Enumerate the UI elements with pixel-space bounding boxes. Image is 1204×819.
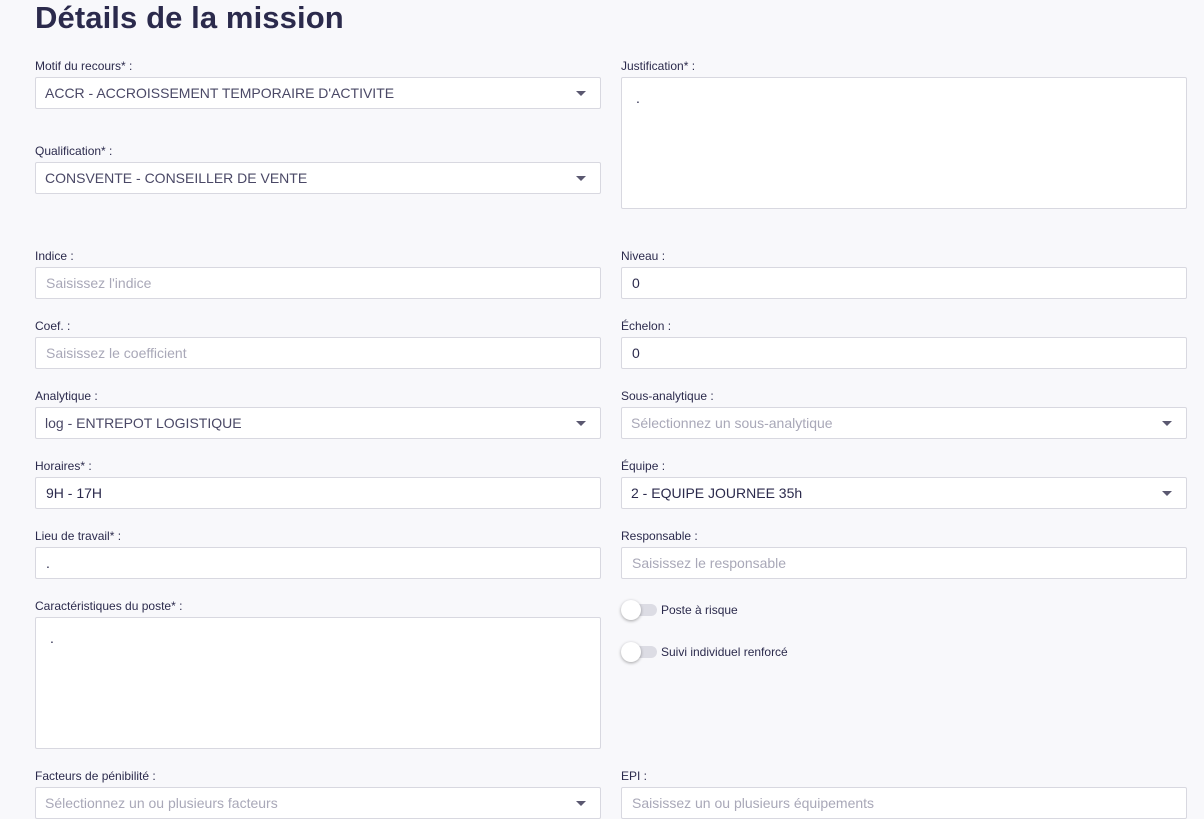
- responsable-placeholder: Saisissez le responsable: [632, 555, 787, 571]
- caracteristiques-textarea[interactable]: .: [35, 617, 601, 749]
- lieu-label: Lieu de travail* :: [35, 529, 122, 543]
- sous-analytique-label: Sous-analytique :: [621, 389, 714, 403]
- qualification-label: Qualification* :: [35, 144, 113, 158]
- epi-placeholder: Saisissez un ou plusieurs équipements: [632, 795, 875, 811]
- echelon-label: Échelon :: [621, 319, 672, 333]
- caracteristiques-label: Caractéristiques du poste* :: [35, 599, 183, 613]
- chevron-down-icon: [576, 91, 586, 96]
- equipe-select[interactable]: 2 - EQUIPE JOURNEE 35h: [621, 477, 1187, 509]
- horaires-input[interactable]: 9H - 17H: [35, 477, 601, 509]
- chevron-down-icon: [576, 176, 586, 181]
- facteurs-placeholder: Sélectionnez un ou plusieurs facteurs: [45, 795, 278, 811]
- motif-label: Motif du recours* :: [35, 59, 133, 73]
- caracteristiques-value: .: [50, 630, 54, 646]
- chevron-down-icon: [1162, 421, 1172, 426]
- coef-placeholder: Saisissez le coefficient: [46, 345, 187, 361]
- suivi-renforce-label: Suivi individuel renforcé: [661, 645, 788, 659]
- echelon-input[interactable]: 0: [621, 337, 1187, 369]
- indice-input[interactable]: Saisissez l'indice: [35, 267, 601, 299]
- mission-details-page: Détails de la mission Motif du recours* …: [0, 0, 1204, 819]
- chevron-down-icon: [576, 421, 586, 426]
- analytique-select[interactable]: log - ENTREPOT LOGISTIQUE: [35, 407, 601, 439]
- justification-label: Justification* :: [621, 59, 696, 73]
- suivi-renforce-toggle[interactable]: [621, 642, 657, 662]
- equipe-label: Équipe :: [621, 459, 666, 473]
- poste-risque-label: Poste à risque: [661, 603, 738, 617]
- motif-select[interactable]: ACCR - ACCROISSEMENT TEMPORAIRE D'ACTIVI…: [35, 77, 601, 109]
- equipe-value: 2 - EQUIPE JOURNEE 35h: [631, 485, 803, 501]
- responsable-input[interactable]: Saisissez le responsable: [621, 547, 1187, 579]
- chevron-down-icon: [576, 801, 586, 806]
- toggle-knob: [621, 642, 641, 662]
- niveau-label: Niveau :: [621, 249, 666, 263]
- chevron-down-icon: [1162, 491, 1172, 496]
- epi-label: EPI :: [621, 769, 648, 783]
- toggle-knob: [621, 600, 641, 620]
- qualification-select[interactable]: CONSVENTE - CONSEILLER DE VENTE: [35, 162, 601, 194]
- coef-label: Coef. :: [35, 319, 71, 333]
- motif-value: ACCR - ACCROISSEMENT TEMPORAIRE D'ACTIVI…: [45, 85, 395, 101]
- horaires-label: Horaires* :: [35, 459, 92, 473]
- responsable-label: Responsable :: [621, 529, 698, 543]
- qualification-value: CONSVENTE - CONSEILLER DE VENTE: [45, 170, 308, 186]
- indice-placeholder: Saisissez l'indice: [46, 275, 152, 291]
- lieu-value: .: [46, 555, 50, 571]
- analytique-value: log - ENTREPOT LOGISTIQUE: [45, 415, 242, 431]
- coef-input[interactable]: Saisissez le coefficient: [35, 337, 601, 369]
- facteurs-label: Facteurs de pénibilité :: [35, 769, 156, 783]
- analytique-label: Analytique :: [35, 389, 98, 403]
- poste-risque-toggle[interactable]: [621, 600, 657, 620]
- horaires-value: 9H - 17H: [46, 485, 103, 501]
- lieu-input[interactable]: .: [35, 547, 601, 579]
- justification-textarea[interactable]: .: [621, 77, 1187, 209]
- sous-analytique-select[interactable]: Sélectionnez un sous-analytique: [621, 407, 1187, 439]
- justification-value: .: [636, 90, 640, 106]
- niveau-input[interactable]: 0: [621, 267, 1187, 299]
- indice-label: Indice :: [35, 249, 74, 263]
- epi-input[interactable]: Saisissez un ou plusieurs équipements: [621, 787, 1187, 819]
- niveau-value: 0: [632, 275, 640, 291]
- sous-analytique-placeholder: Sélectionnez un sous-analytique: [631, 415, 833, 431]
- facteurs-select[interactable]: Sélectionnez un ou plusieurs facteurs: [35, 787, 601, 819]
- page-title: Détails de la mission: [35, 0, 344, 35]
- echelon-value: 0: [632, 345, 640, 361]
